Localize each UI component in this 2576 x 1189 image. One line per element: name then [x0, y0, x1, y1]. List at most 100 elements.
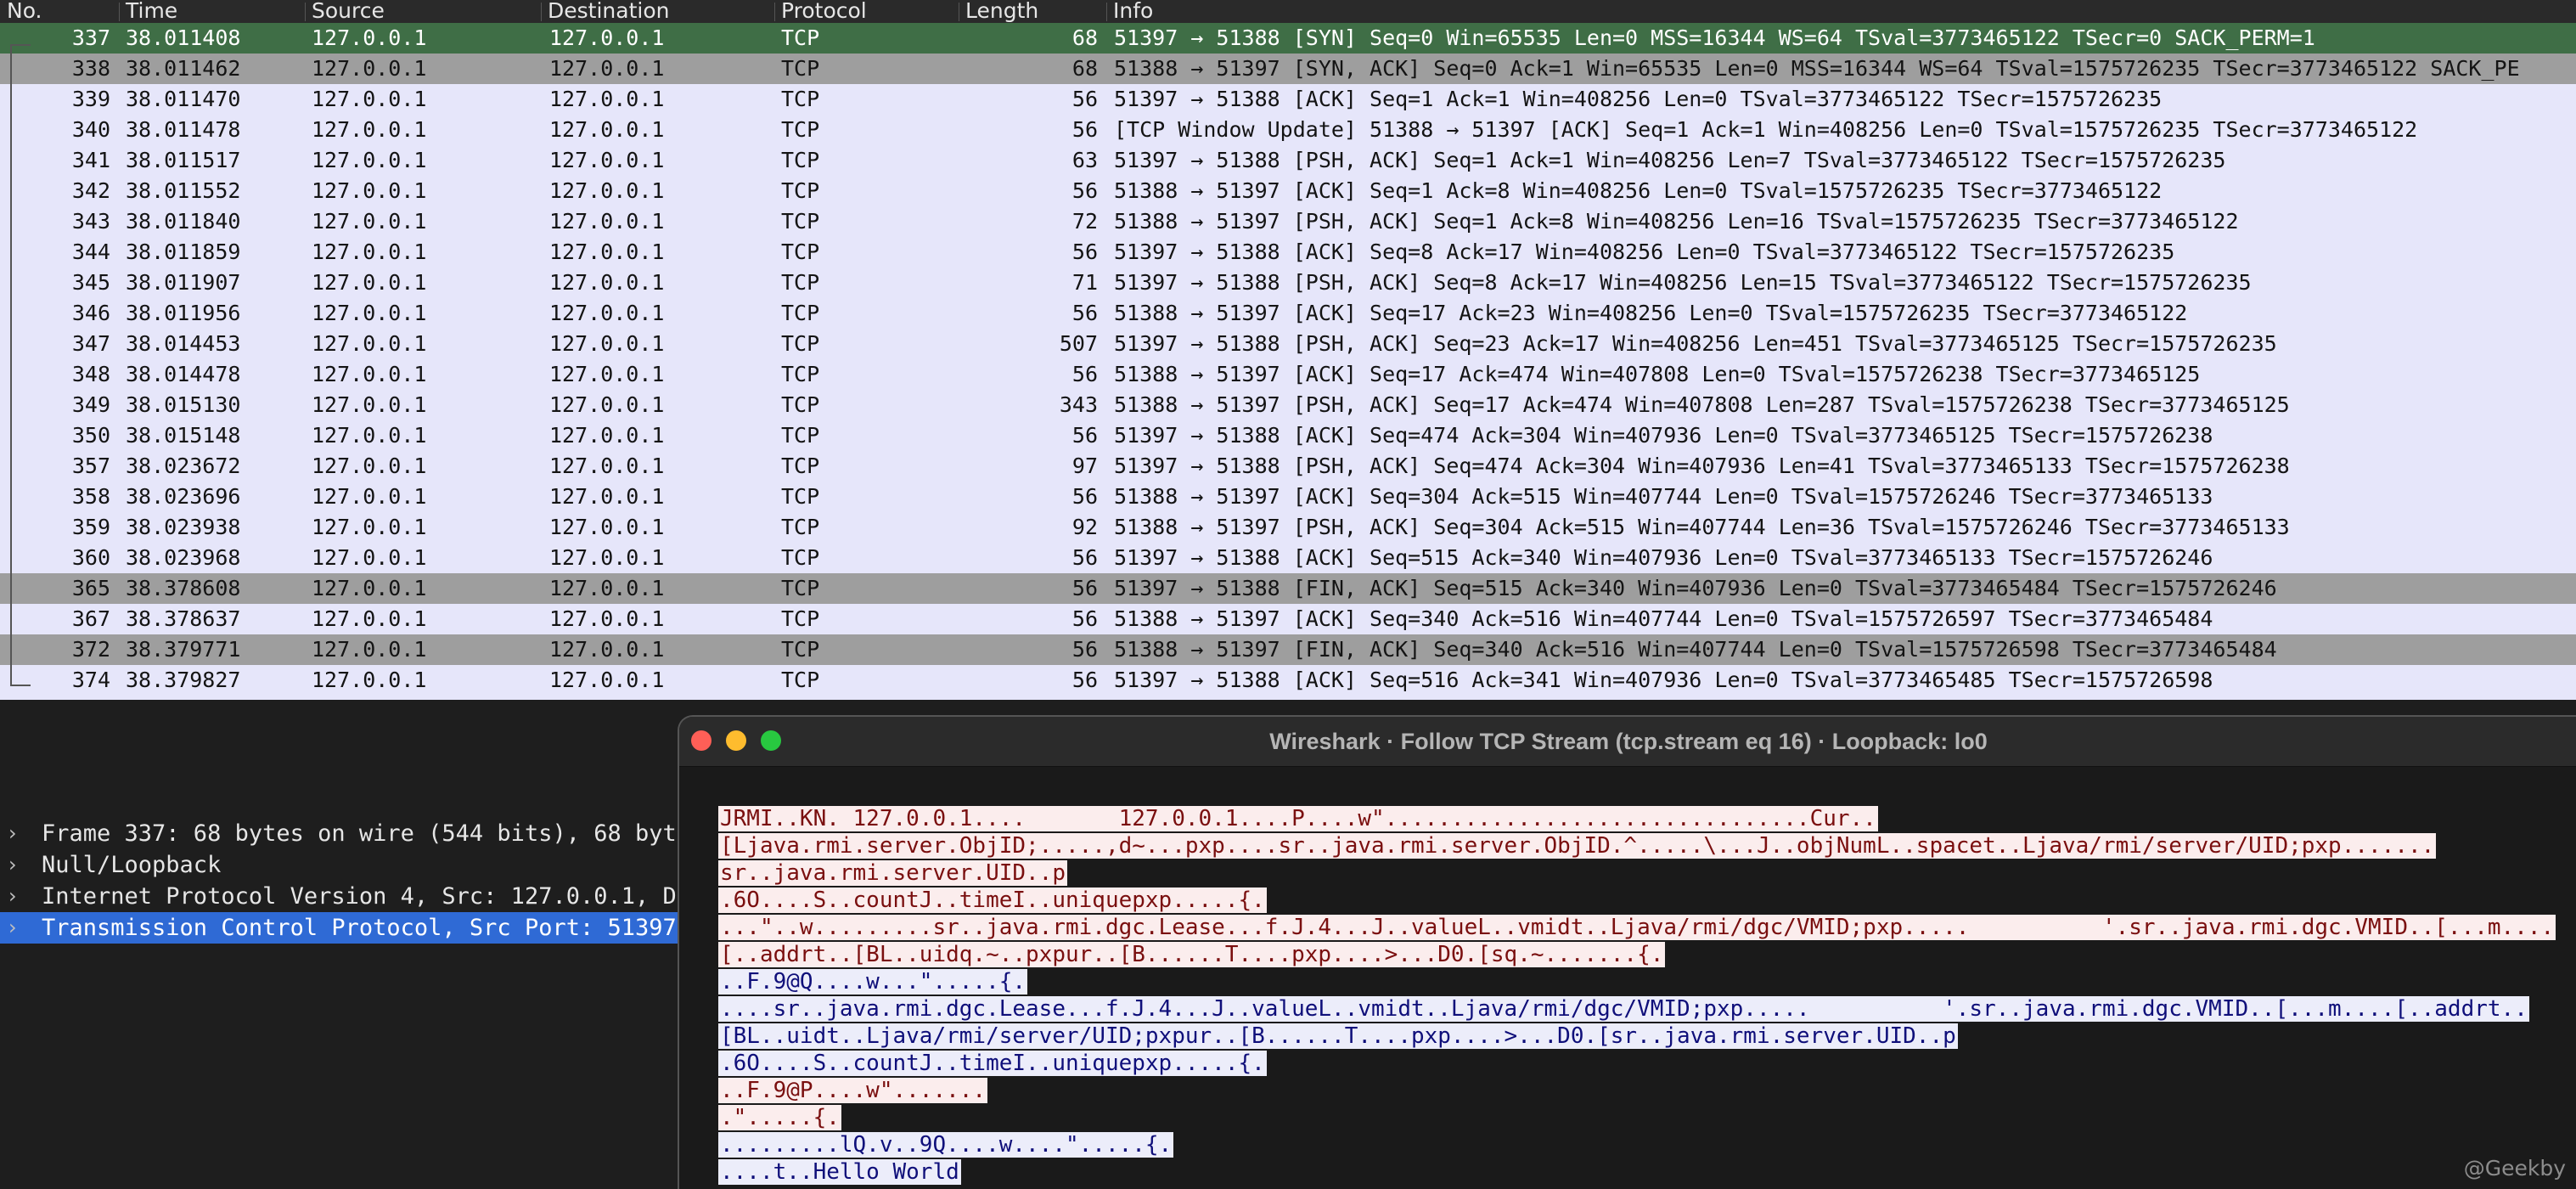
packet-info: 51388 → 51397 [ACK] Seq=304 Ack=515 Win=… [1114, 484, 2213, 509]
packet-destination: 127.0.0.1 [549, 178, 665, 203]
packet-length: 56 [1071, 87, 1098, 111]
packet-row[interactable]: 339 38.011470 127.0.0.1 127.0.0.1 TCP 56 51397… [0, 84, 2576, 115]
chevron-right-icon[interactable]: › [8, 881, 17, 912]
detail-label: Null/Loopback [42, 852, 222, 878]
packet-row[interactable]: 374 38.379827 127.0.0.1 127.0.0.1 TCP 56 51397… [0, 665, 2576, 696]
packet-length: 63 [1071, 148, 1098, 172]
column-header-source[interactable]: Source [312, 0, 385, 23]
packet-protocol: TCP [781, 87, 820, 111]
packet-protocol: TCP [781, 545, 820, 570]
packet-rows: 337 38.011408 127.0.0.1 127.0.0.1 TCP 68 51397… [0, 23, 2576, 696]
packet-length: 68 [1071, 56, 1098, 81]
packet-info: 51397 → 51388 [SYN] Seq=0 Win=65535 Len=… [1114, 25, 2315, 50]
column-header-time[interactable]: Time [126, 0, 177, 23]
packet-source: 127.0.0.1 [312, 668, 427, 692]
packet-row[interactable]: 372 38.379771 127.0.0.1 127.0.0.1 TCP 56 51388… [0, 634, 2576, 665]
packet-time: 38.014478 [126, 362, 241, 386]
detail-tree-item[interactable]: › Frame 337: 68 bytes on wire (544 bits),… [0, 818, 704, 849]
packet-protocol: TCP [781, 301, 820, 325]
packet-protocol: TCP [781, 637, 820, 662]
packet-row[interactable]: 337 38.011408 127.0.0.1 127.0.0.1 TCP 68 51397… [0, 23, 2576, 54]
detail-tree-item[interactable]: › Internet Protocol Version 4, Src: 127.0… [0, 881, 704, 912]
packet-protocol: TCP [781, 423, 820, 448]
stream-text: ..."..w.........sr..java.rmi.dgc.Lease..… [718, 915, 2556, 940]
detail-tree-item[interactable]: › Null/Loopback [0, 849, 679, 881]
packet-protocol: TCP [781, 576, 820, 600]
packet-protocol: TCP [781, 209, 820, 234]
packet-destination: 127.0.0.1 [549, 668, 665, 692]
packet-row[interactable]: 347 38.014453 127.0.0.1 127.0.0.1 TCP 507 5139… [0, 329, 2576, 359]
column-divider[interactable] [119, 3, 120, 21]
packet-info: 51388 → 51397 [ACK] Seq=17 Ack=474 Win=4… [1114, 362, 2201, 386]
window-titlebar[interactable]: Wireshark · Follow TCP Stream (tcp.strea… [679, 717, 2576, 767]
packet-row[interactable]: 338 38.011462 127.0.0.1 127.0.0.1 TCP 68 51388… [0, 54, 2576, 84]
packet-source: 127.0.0.1 [312, 148, 427, 172]
packet-info: 51397 → 51388 [FIN, ACK] Seq=515 Ack=340… [1114, 576, 2277, 600]
column-divider[interactable] [1106, 3, 1107, 21]
packet-source: 127.0.0.1 [312, 25, 427, 50]
packet-row[interactable]: 346 38.011956 127.0.0.1 127.0.0.1 TCP 56 51388… [0, 298, 2576, 329]
packet-time: 38.379827 [126, 668, 241, 692]
packet-info: 51388 → 51397 [FIN, ACK] Seq=340 Ack=516… [1114, 637, 2277, 662]
stream-line: .6O....S..countJ..timeI..uniquepxp.....{… [718, 887, 2544, 914]
packet-destination: 127.0.0.1 [549, 606, 665, 631]
packet-row[interactable]: 349 38.015130 127.0.0.1 127.0.0.1 TCP 343 5138… [0, 390, 2576, 420]
detail-label: Internet Protocol Version 4, Src: 127.0.… [42, 883, 705, 910]
detail-tree-item[interactable]: › Transmission Control Protocol, Src Port… [0, 912, 690, 944]
packet-protocol: TCP [781, 178, 820, 203]
packet-row[interactable]: 357 38.023672 127.0.0.1 127.0.0.1 TCP 97 51397… [0, 451, 2576, 482]
chevron-right-icon[interactable]: › [8, 849, 17, 881]
packet-row[interactable]: 341 38.011517 127.0.0.1 127.0.0.1 TCP 63 51397… [0, 145, 2576, 176]
packet-row[interactable]: 365 38.378608 127.0.0.1 127.0.0.1 TCP 56 51397… [0, 573, 2576, 604]
column-divider[interactable] [541, 3, 542, 21]
packet-time: 38.378637 [126, 606, 241, 631]
packet-time: 38.015148 [126, 423, 241, 448]
packet-source: 127.0.0.1 [312, 117, 427, 142]
packet-info: 51388 → 51397 [PSH, ACK] Seq=1 Ack=8 Win… [1114, 209, 2239, 234]
packet-time: 38.011859 [126, 239, 241, 264]
packet-row[interactable]: 367 38.378637 127.0.0.1 127.0.0.1 TCP 56 51388… [0, 604, 2576, 634]
packet-protocol: TCP [781, 117, 820, 142]
packet-row[interactable]: 340 38.011478 127.0.0.1 127.0.0.1 TCP 56 [TCP … [0, 115, 2576, 145]
stream-text: ..F.9@Q....w...".....{. [718, 969, 1028, 995]
column-divider[interactable] [774, 3, 775, 21]
stream-line: .".....{. [718, 1104, 2544, 1131]
packet-protocol: TCP [781, 270, 820, 295]
packet-protocol: TCP [781, 331, 820, 356]
packet-source: 127.0.0.1 [312, 423, 427, 448]
stream-content[interactable]: JRMI..KN. 127.0.0.1.... 127.0.0.1....P..… [718, 805, 2556, 1186]
packet-protocol: TCP [781, 25, 820, 50]
column-header-info[interactable]: Info [1113, 0, 1153, 23]
stream-line: [BL..uidt..Ljava/rmi/server/UID;pxpur..[… [718, 1023, 2544, 1050]
packet-row[interactable]: 350 38.015148 127.0.0.1 127.0.0.1 TCP 56 51397… [0, 420, 2576, 451]
packet-destination: 127.0.0.1 [549, 148, 665, 172]
packet-source: 127.0.0.1 [312, 545, 427, 570]
column-header-length[interactable]: Length [965, 0, 1038, 23]
packet-list[interactable]: No. Time Source Destination Protocol Len… [0, 0, 2576, 700]
packet-time: 38.011470 [126, 87, 241, 111]
packet-time: 38.011478 [126, 117, 241, 142]
packet-row[interactable]: 345 38.011907 127.0.0.1 127.0.0.1 TCP 71 51397… [0, 268, 2576, 298]
packet-source: 127.0.0.1 [312, 301, 427, 325]
packet-time: 38.378608 [126, 576, 241, 600]
packet-protocol: TCP [781, 148, 820, 172]
column-header-destination[interactable]: Destination [548, 0, 669, 23]
column-divider[interactable] [305, 3, 306, 21]
chevron-right-icon[interactable]: › [8, 912, 17, 944]
packet-destination: 127.0.0.1 [549, 484, 665, 509]
packet-row[interactable]: 344 38.011859 127.0.0.1 127.0.0.1 TCP 56 51397… [0, 237, 2576, 268]
stream-text: .".....{. [718, 1105, 841, 1130]
column-header-no[interactable]: No. [7, 0, 42, 23]
chevron-right-icon[interactable]: › [8, 818, 17, 849]
packet-row[interactable]: 359 38.023938 127.0.0.1 127.0.0.1 TCP 92 51388… [0, 512, 2576, 543]
column-header-protocol[interactable]: Protocol [781, 0, 867, 23]
packet-length: 92 [1071, 515, 1098, 539]
packet-row[interactable]: 343 38.011840 127.0.0.1 127.0.0.1 TCP 72 51388… [0, 206, 2576, 237]
packet-row[interactable]: 348 38.014478 127.0.0.1 127.0.0.1 TCP 56 51388… [0, 359, 2576, 390]
packet-source: 127.0.0.1 [312, 515, 427, 539]
packet-row[interactable]: 342 38.011552 127.0.0.1 127.0.0.1 TCP 56 51388… [0, 176, 2576, 206]
packet-row[interactable]: 358 38.023696 127.0.0.1 127.0.0.1 TCP 56 51388… [0, 482, 2576, 512]
follow-tcp-stream-window: Wireshark · Follow TCP Stream (tcp.strea… [678, 715, 2576, 1189]
packet-source: 127.0.0.1 [312, 637, 427, 662]
packet-row[interactable]: 360 38.023968 127.0.0.1 127.0.0.1 TCP 56 51397… [0, 543, 2576, 573]
